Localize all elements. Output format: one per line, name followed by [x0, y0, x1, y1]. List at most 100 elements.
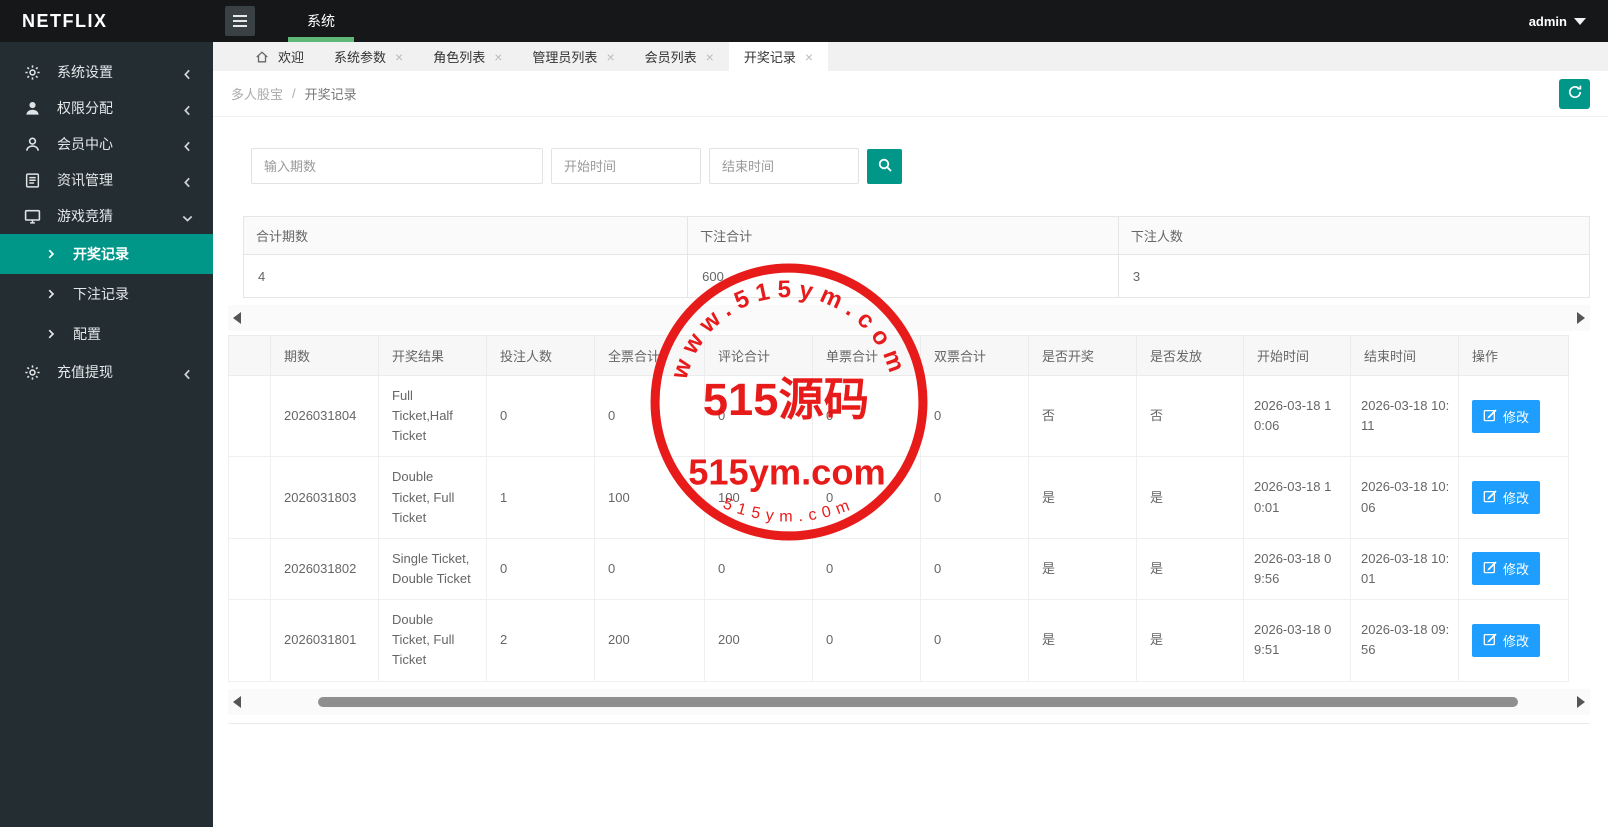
chevron-right-icon	[46, 329, 56, 339]
scroll-left-icon[interactable]	[233, 695, 241, 708]
cell-single-total: 0	[812, 374, 921, 458]
user-permission-icon	[24, 100, 41, 117]
cell-double-total: 0	[920, 599, 1029, 682]
cell-full-total: 100	[594, 456, 705, 539]
hamburger-menu-icon[interactable]	[225, 6, 255, 36]
close-icon[interactable]: ×	[395, 50, 403, 64]
user-menu[interactable]: admin	[1529, 14, 1586, 29]
sidebar-item-member-center[interactable]: 会员中心	[0, 126, 213, 162]
cell-end-time: 2026-03-18 10:11	[1350, 374, 1459, 458]
tab-system-params[interactable]: 系统参数 ×	[319, 42, 418, 71]
sidebar-menu: 系统设置 权限分配 会员中心 资讯管理 游戏竞猜 开奖记录 下注记录 配置 充值…	[0, 42, 213, 390]
sidebar-subitem-config[interactable]: 配置	[0, 314, 213, 354]
cell-actions: 修改	[1458, 599, 1569, 682]
sidebar-subitem-bet-records[interactable]: 下注记录	[0, 274, 213, 314]
sidebar-item-permissions[interactable]: 权限分配	[0, 90, 213, 126]
summary-header-bettor-count: 下注人数	[1117, 216, 1591, 255]
cell-issued: 是	[1136, 456, 1244, 539]
tab-role-list[interactable]: 角色列表 ×	[418, 42, 517, 71]
cell-comment-total: 0	[704, 374, 813, 458]
cell-bet-count: 2	[486, 599, 595, 682]
cell-select	[228, 537, 271, 601]
scroll-right-icon[interactable]	[1577, 312, 1585, 324]
scroll-left-icon[interactable]	[233, 312, 241, 324]
chevron-left-icon	[182, 367, 193, 379]
refresh-button[interactable]	[1559, 78, 1590, 109]
chevron-down-icon	[182, 211, 193, 222]
cell-start-time: 2026-03-18 09:56	[1243, 537, 1351, 601]
edit-button[interactable]: 修改	[1472, 623, 1541, 657]
cell-start-time: 2026-03-18 10:06	[1243, 374, 1351, 458]
cell-drawn: 是	[1028, 456, 1137, 539]
active-nav-underline	[288, 37, 354, 42]
col-result: 开奖结果	[378, 335, 487, 376]
cell-bet-count: 1	[486, 456, 595, 539]
tab-member-list[interactable]: 会员列表 ×	[630, 42, 729, 71]
cell-single-total: 0	[812, 456, 921, 539]
table-row: 2026031803 Double Ticket, Full Ticket 1 …	[228, 456, 1569, 539]
cell-drawn: 是	[1028, 537, 1137, 601]
table-row: 2026031801 Double Ticket, Full Ticket 2 …	[228, 599, 1569, 682]
search-toolbar	[251, 148, 1608, 184]
cell-double-total: 0	[920, 537, 1029, 601]
edit-button-label: 修改	[1503, 633, 1530, 649]
sidebar-item-label: 资讯管理	[57, 172, 113, 188]
close-icon[interactable]: ×	[494, 50, 502, 64]
sidebar-subitem-label: 下注记录	[73, 286, 129, 302]
table-row: 2026031802 Single Ticket, Double Ticket …	[228, 537, 1569, 601]
col-single-total: 单票合计	[812, 335, 921, 376]
cell-issued: 是	[1136, 599, 1244, 682]
cell-issued: 是	[1136, 537, 1244, 601]
topbar: 系统 admin	[213, 0, 1608, 42]
close-icon[interactable]: ×	[606, 50, 614, 64]
close-icon[interactable]: ×	[706, 50, 714, 64]
cell-full-total: 0	[594, 374, 705, 458]
table-row: 2026031804 Full Ticket,Half Ticket 0 0 0…	[228, 374, 1569, 458]
summary-table: 合计期数 下注合计 下注人数 4 600 3	[242, 216, 1591, 298]
breadcrumb: 多人股宝 / 开奖记录	[213, 71, 1608, 117]
sidebar-item-label: 会员中心	[57, 136, 113, 152]
tab-welcome[interactable]: 欢迎	[240, 42, 319, 71]
sidebar-item-news[interactable]: 资讯管理	[0, 162, 213, 198]
breadcrumb-current: 开奖记录	[304, 87, 357, 102]
end-time-input[interactable]	[709, 148, 859, 184]
cell-result: Double Ticket, Full Ticket	[378, 456, 487, 539]
tab-label: 欢迎	[278, 50, 305, 65]
monitor-icon	[24, 208, 41, 225]
start-time-input[interactable]	[551, 148, 701, 184]
sidebar-subitem-draw-records[interactable]: 开奖记录	[0, 234, 213, 274]
sidebar-item-label: 游戏竞猜	[57, 208, 113, 224]
cell-result: Double Ticket, Full Ticket	[378, 599, 487, 682]
horizontal-scrollbar	[228, 688, 1590, 715]
scrollbar-thumb[interactable]	[318, 696, 1518, 707]
gear-icon	[24, 364, 41, 381]
news-icon	[24, 172, 41, 189]
cell-start-time: 2026-03-18 10:01	[1243, 456, 1351, 539]
sidebar-item-system-settings[interactable]: 系统设置	[0, 54, 213, 90]
sidebar-item-recharge-withdraw[interactable]: 充值提现	[0, 354, 213, 390]
sidebar-item-game-guess[interactable]: 游戏竞猜	[0, 198, 213, 234]
gear-icon	[24, 64, 41, 81]
tab-draw-records[interactable]: 开奖记录 ×	[728, 42, 829, 71]
breadcrumb-parent: 多人股宝	[231, 87, 284, 102]
cell-single-total: 0	[812, 537, 921, 601]
draw-records-table: 期数 开奖结果 投注人数 全票合计 评论合计 单票合计 双票合计 是否开奖 是否…	[228, 335, 1569, 682]
horizontal-scroll-hint-top	[228, 305, 1590, 331]
edit-button[interactable]: 修改	[1472, 552, 1541, 586]
cell-issued: 否	[1136, 374, 1244, 458]
col-comment-total: 评论合计	[704, 335, 813, 376]
summary-value-bet-total: 600	[687, 254, 1119, 298]
edit-button[interactable]: 修改	[1472, 481, 1541, 515]
chevron-right-icon	[46, 289, 56, 299]
period-input[interactable]	[251, 148, 543, 184]
edit-button[interactable]: 修改	[1472, 399, 1541, 433]
tab-admin-list[interactable]: 管理员列表 ×	[517, 42, 629, 71]
home-icon	[255, 50, 269, 64]
search-button[interactable]	[867, 148, 902, 184]
edit-button-label: 修改	[1503, 409, 1530, 425]
brand-logo: NETFLIX	[0, 0, 213, 42]
tab-label: 管理员列表	[532, 50, 598, 65]
topnav-item-system[interactable]: 系统	[271, 0, 371, 42]
scroll-right-icon[interactable]	[1577, 695, 1585, 708]
close-icon[interactable]: ×	[805, 50, 813, 64]
